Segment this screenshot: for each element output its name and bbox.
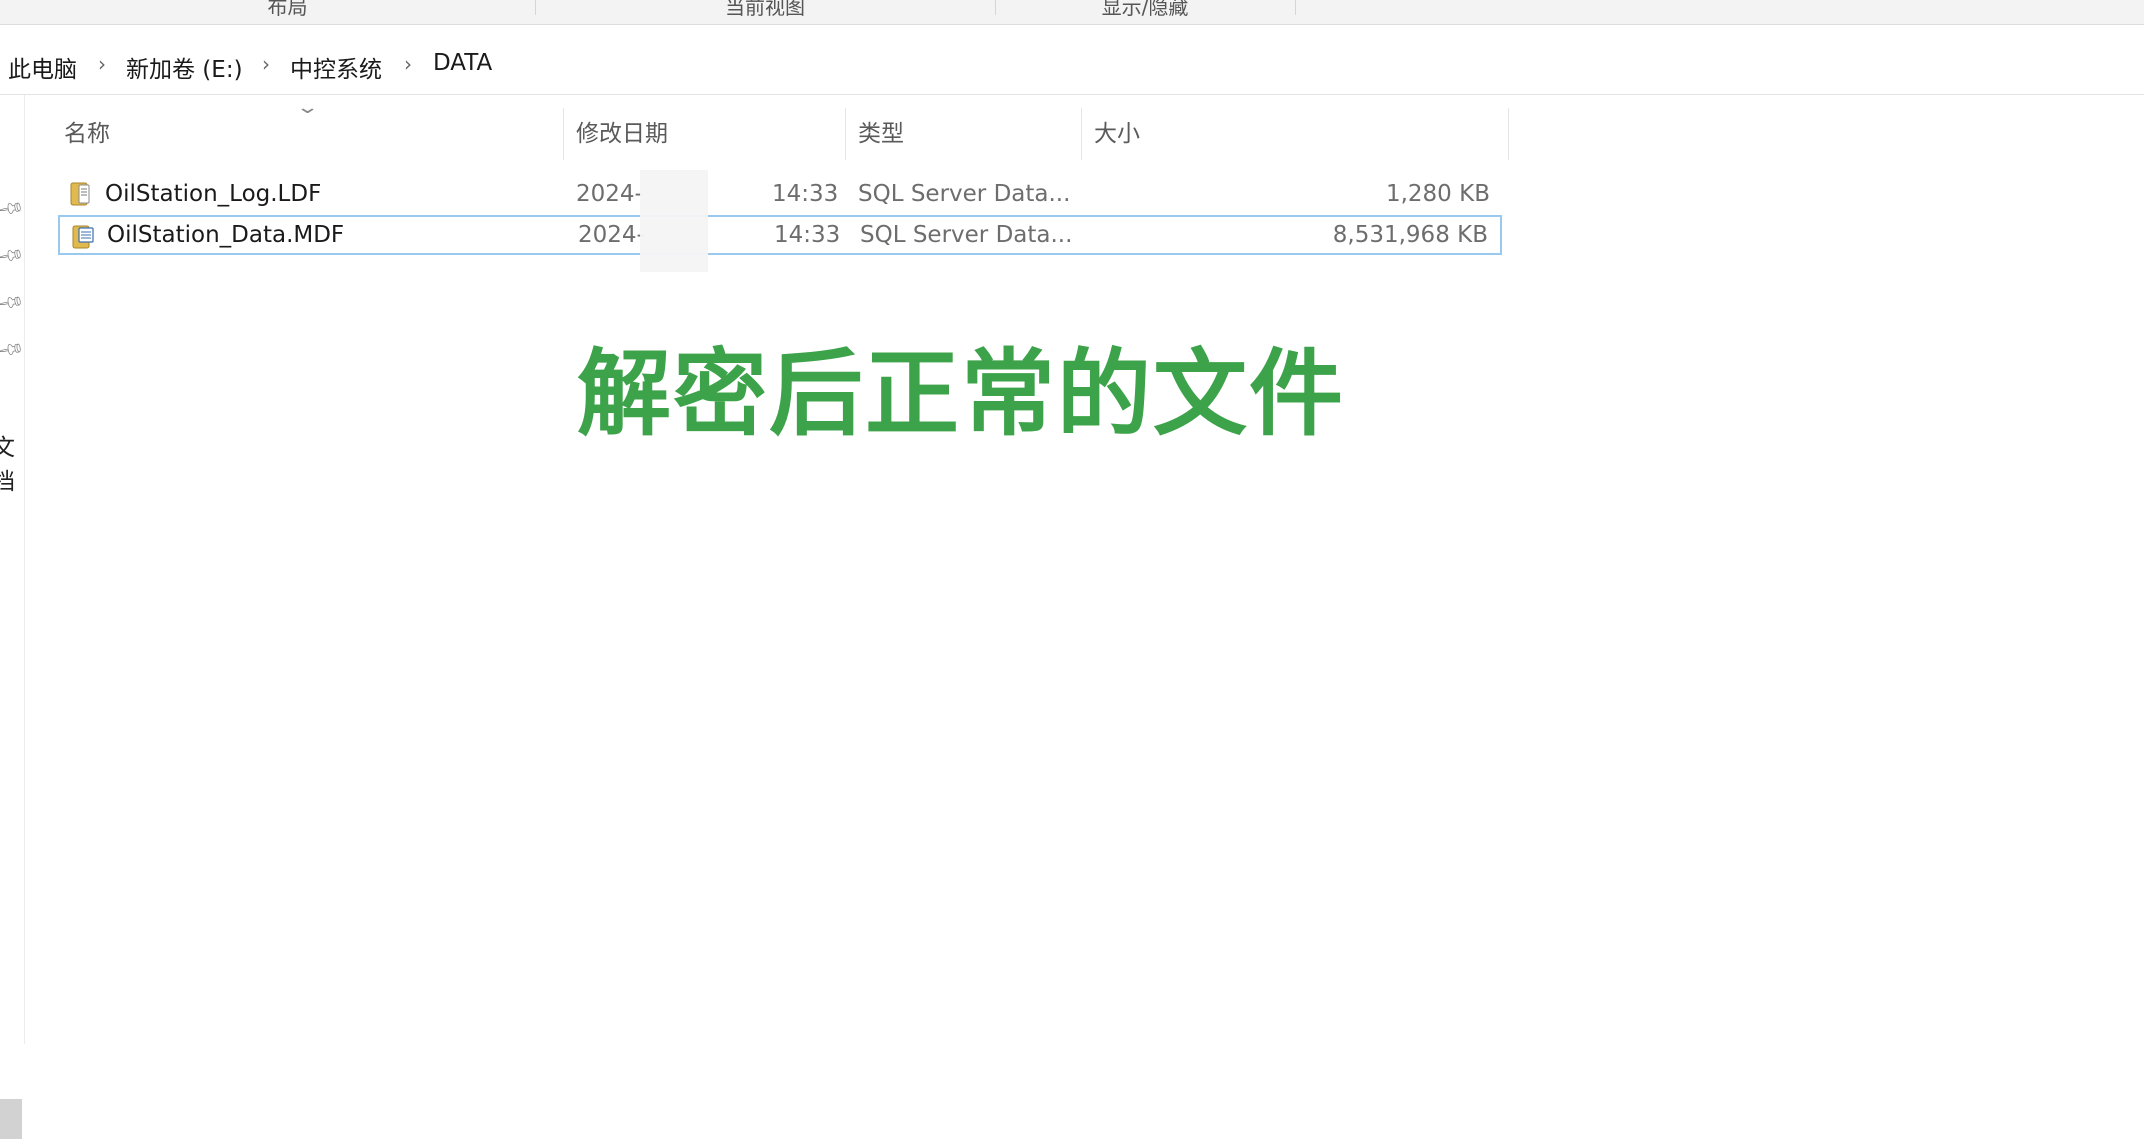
file-size: 1,280 KB [1385,181,1490,207]
column-header-label: 名称 [64,121,110,147]
file-date: 2024- [576,181,643,207]
ribbon-group-layout[interactable]: 布局 [40,0,536,19]
file-name: OilStation_Log.LDF [105,181,322,207]
ribbon: 布局 当前视图 显示/隐藏 [0,0,2144,25]
file-size: 8,531,968 KB [1332,222,1488,248]
ribbon-group-label: 当前视图 [725,0,805,19]
column-header-label: 大小 [1094,121,1140,147]
sql-database-file-icon [70,182,90,206]
column-header-type[interactable]: 类型 [850,108,1085,160]
ribbon-group-show-hide[interactable]: 显示/隐藏 [995,0,1296,19]
overlay-caption: 解密后正常的文件 [577,340,1346,449]
column-header-date[interactable]: 修改日期 [568,108,848,160]
file-date: 2024- [578,222,645,248]
pin-icon[interactable]: 📌︎ [0,242,25,271]
column-header-name[interactable]: 名称 [56,108,576,160]
chevron-right-icon[interactable]: › [404,52,412,76]
file-name: OilStation_Data.MDF [107,222,345,248]
breadcrumb-item-this-pc[interactable]: 此电脑 [8,50,77,84]
file-type: SQL Server Data... [858,181,1071,207]
pin-icon[interactable]: 📌︎ [0,195,25,224]
ribbon-group-label: 布局 [267,0,308,19]
chevron-right-icon[interactable]: › [262,52,270,76]
file-time: 14:33 [772,181,839,207]
chevron-right-icon[interactable]: › [98,52,106,76]
redaction-blur [640,170,708,272]
column-header-row: 名称 修改日期 类型 大小 [42,108,1512,160]
breadcrumb-item-control-system[interactable]: 中控系统 [290,50,382,84]
column-divider[interactable] [845,108,846,160]
file-type: SQL Server Data... [860,222,1073,248]
ribbon-group-current-view[interactable]: 当前视图 [535,0,996,19]
breadcrumb-item-volume-e[interactable]: 新加卷 (E:) [126,50,243,84]
column-header-size[interactable]: 大小 [1086,108,1506,160]
file-time: 14:33 [774,222,841,248]
pin-icon[interactable]: 📌︎ [0,336,25,365]
file-row-selected[interactable]: OilStation_Data.MDF 2024- 14:33 SQL Serv… [58,215,1502,255]
navigation-pane: 📌︎ 📌︎ 📌︎ 📌︎ 文档 [0,95,25,1139]
column-divider[interactable] [1081,108,1082,160]
sql-database-file-icon [72,225,94,249]
column-header-label: 类型 [858,121,904,147]
pin-icon[interactable]: 📌︎ [0,289,25,318]
nav-item-documents[interactable]: 文档 [0,428,24,496]
column-divider[interactable] [1508,108,1509,160]
ribbon-group-label: 显示/隐藏 [1101,0,1189,19]
column-header-label: 修改日期 [576,121,668,147]
breadcrumb[interactable]: 此电脑 › 新加卷 (E:) › 中控系统 › DATA [0,38,2144,95]
column-divider[interactable] [563,108,564,160]
nav-scrollbar[interactable] [0,1099,22,1139]
breadcrumb-item-data[interactable]: DATA [433,50,492,76]
file-row[interactable]: OilStation_Log.LDF 2024- 14:33 SQL Serve… [58,174,1502,214]
